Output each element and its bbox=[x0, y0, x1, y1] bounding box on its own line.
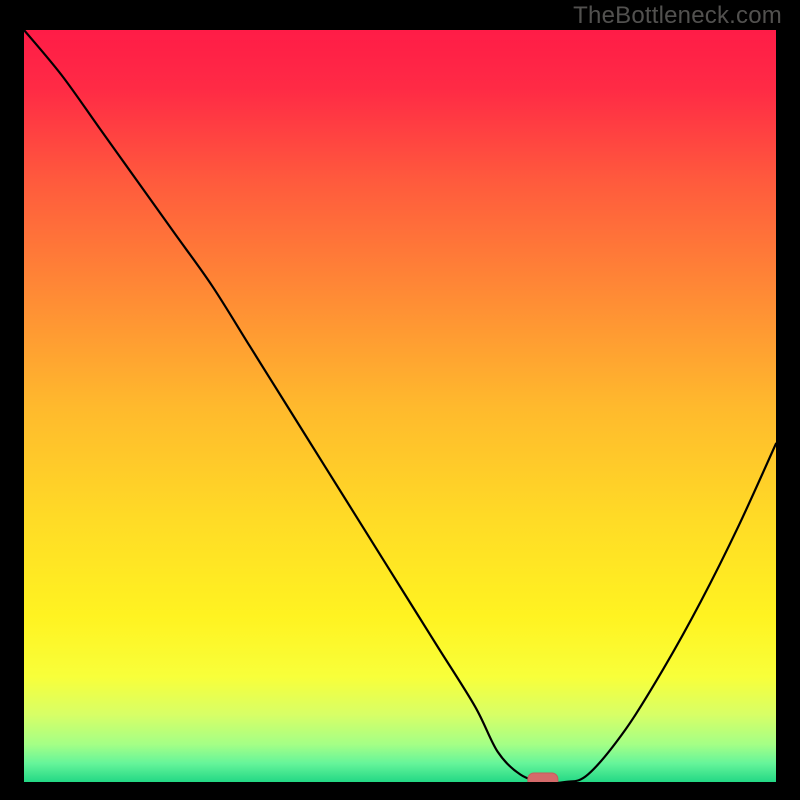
bottleneck-plot bbox=[24, 30, 776, 782]
chart-frame: TheBottleneck.com bbox=[0, 0, 800, 800]
attribution-text: TheBottleneck.com bbox=[573, 2, 782, 30]
optimum-marker bbox=[528, 773, 558, 782]
plot-svg bbox=[24, 30, 776, 782]
